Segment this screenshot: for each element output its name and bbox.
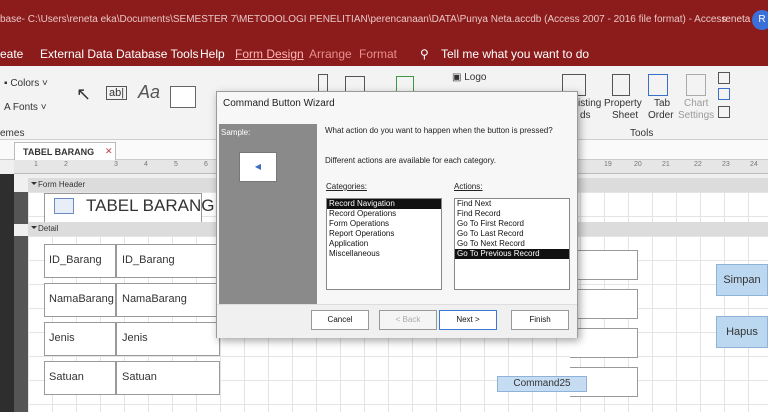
back-button[interactable]: < Back: [379, 310, 437, 330]
chart-settings-label-2: Settings: [678, 110, 715, 121]
list-item[interactable]: Find Next: [455, 199, 569, 209]
convert-macros-icon[interactable]: [718, 106, 730, 118]
menu-help[interactable]: Help: [200, 47, 225, 61]
chart-settings-icon: [686, 74, 706, 96]
actions-list[interactable]: Find Next Find Record Go To First Record…: [454, 198, 570, 290]
label-nama-barang[interactable]: NamaBarang: [44, 283, 116, 317]
themes-group-label: emes: [0, 128, 25, 139]
menu-format[interactable]: Format: [359, 47, 397, 61]
field-jenis[interactable]: Jenis: [116, 322, 220, 356]
field-id-barang[interactable]: ID_Barang: [116, 244, 220, 278]
field-nama-barang[interactable]: NamaBarang: [116, 283, 220, 317]
menu-form-design[interactable]: Form Design: [235, 47, 304, 61]
chart-settings-label: Chart: [684, 98, 709, 109]
hapus-button[interactable]: Hapus: [716, 316, 768, 348]
list-item[interactable]: Go To Next Record: [455, 239, 569, 249]
actions-label: Actions:: [454, 182, 483, 191]
next-button[interactable]: Next >: [439, 310, 497, 330]
cancel-button[interactable]: Cancel: [311, 310, 369, 330]
categories-list[interactable]: Record Navigation Record Operations Form…: [326, 198, 442, 290]
textbox-control-icon[interactable]: ab|: [106, 86, 128, 100]
command-button-wizard: Command Button Wizard Sample: ◀ What act…: [216, 91, 578, 338]
detail-selector[interactable]: [14, 236, 28, 412]
search-icon: ⚲: [420, 47, 429, 61]
title-bar: base- C:\Users\reneta eka\Documents\SEME…: [0, 0, 768, 42]
list-item[interactable]: Record Navigation: [327, 199, 441, 209]
sample-label: Sample:: [221, 128, 251, 137]
sample-button-preview: ◀: [239, 152, 277, 182]
code-icon[interactable]: [718, 72, 730, 84]
field-extension-2[interactable]: [570, 289, 638, 319]
logo-button[interactable]: ▣ Logo: [452, 72, 486, 83]
vertical-ruler: [0, 174, 14, 412]
list-item[interactable]: Miscellaneous: [327, 249, 441, 259]
button-control-icon[interactable]: [170, 86, 196, 108]
list-item[interactable]: Find Record: [455, 209, 569, 219]
existing-fields-label[interactable]: isting: [578, 98, 601, 109]
user-name[interactable]: reneta: [722, 14, 750, 25]
tell-me-box[interactable]: Tell me what you want to do: [441, 47, 589, 61]
categories-label: Categories:: [326, 182, 367, 191]
list-item[interactable]: Form Operations: [327, 219, 441, 229]
menu-bar: eate External Data Database Tools Help F…: [0, 42, 768, 66]
tab-order-label-2[interactable]: Order: [648, 110, 674, 121]
label-satuan[interactable]: Satuan: [44, 361, 116, 395]
field-extension-1[interactable]: [570, 250, 638, 280]
list-item[interactable]: Go To Previous Record: [455, 249, 569, 259]
menu-external-data[interactable]: External Data: [40, 47, 113, 61]
label-id-barang[interactable]: ID_Barang: [44, 244, 116, 278]
wizard-info: Different actions are available for each…: [325, 156, 496, 165]
tab-order-label[interactable]: Tab: [654, 98, 670, 109]
avatar[interactable]: R: [752, 10, 768, 30]
list-item[interactable]: Go To First Record: [455, 219, 569, 229]
label-control-icon[interactable]: Aa: [138, 82, 160, 103]
close-icon[interactable]: ✕: [105, 146, 113, 157]
tab-order-icon[interactable]: [648, 74, 668, 96]
menu-database-tools[interactable]: Database Tools: [116, 47, 199, 61]
menu-arrange[interactable]: Arrange: [309, 47, 352, 61]
list-item[interactable]: Report Operations: [327, 229, 441, 239]
field-extension-3[interactable]: [570, 328, 638, 358]
form-header-selector[interactable]: [14, 192, 28, 224]
list-item[interactable]: Application: [327, 239, 441, 249]
select-pointer-icon[interactable]: ↖: [76, 84, 91, 105]
simpan-button[interactable]: Simpan: [716, 264, 768, 296]
colors-button[interactable]: ▪ Colors ˅: [4, 78, 48, 89]
list-item[interactable]: Go To Last Record: [455, 229, 569, 239]
window-title: base- C:\Users\reneta eka\Documents\SEME…: [0, 14, 727, 25]
command25-button[interactable]: Command25: [497, 376, 587, 392]
property-sheet-icon[interactable]: [612, 74, 630, 96]
macro-icon[interactable]: [718, 88, 730, 100]
label-jenis[interactable]: Jenis: [44, 322, 116, 356]
dialog-title: Command Button Wizard: [223, 98, 335, 109]
form-title[interactable]: TABEL BARANG: [86, 196, 214, 216]
tools-group-label: Tools: [630, 128, 654, 139]
fonts-button[interactable]: A Fonts ˅: [4, 102, 47, 113]
field-satuan[interactable]: Satuan: [116, 361, 220, 395]
form-icon: [54, 198, 74, 214]
finish-button[interactable]: Finish: [511, 310, 569, 330]
existing-fields-label-2[interactable]: ds: [580, 110, 591, 121]
tab-tabel-barang[interactable]: TABEL BARANG ✕: [14, 142, 116, 160]
list-item[interactable]: Record Operations: [327, 209, 441, 219]
menu-create[interactable]: eate: [0, 47, 23, 61]
wizard-question: What action do you want to happen when t…: [325, 126, 553, 135]
property-sheet-label[interactable]: Property: [604, 98, 642, 109]
property-sheet-label-2[interactable]: Sheet: [612, 110, 638, 121]
